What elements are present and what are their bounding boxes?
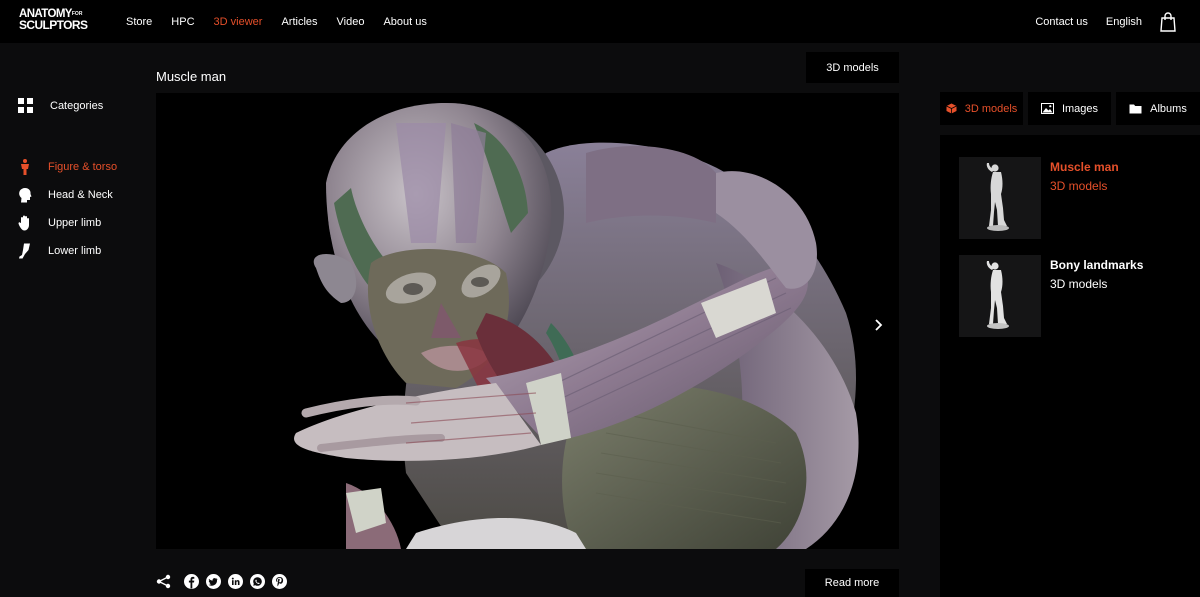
hand-icon	[18, 215, 32, 231]
nav-contact-us[interactable]: Contact us	[1035, 16, 1088, 28]
twitter-icon[interactable]	[206, 574, 221, 589]
share-icon[interactable]	[156, 574, 171, 589]
main-nav: Store HPC 3D viewer Articles Video About…	[126, 0, 446, 43]
read-more-button[interactable]: Read more	[805, 569, 899, 597]
facebook-icon[interactable]	[184, 574, 199, 589]
grid-icon	[18, 98, 33, 113]
image-icon	[1040, 103, 1054, 114]
categories-header[interactable]: Categories	[18, 98, 103, 113]
nav-video[interactable]: Video	[337, 16, 365, 28]
model-thumbnail	[959, 157, 1041, 239]
model-category: 3D models	[1050, 277, 1108, 291]
nav-hpc[interactable]: HPC	[171, 16, 194, 28]
related-models-panel: Muscle man 3D models Bony landmarks 3D m…	[940, 135, 1200, 597]
3d-models-button[interactable]: 3D models	[806, 52, 899, 83]
muscle-man-render	[294, 103, 859, 549]
whatsapp-icon[interactable]	[250, 574, 265, 589]
language-selector[interactable]: English	[1106, 16, 1142, 28]
model-category: 3D models	[1050, 179, 1108, 193]
model-name: Muscle man	[1050, 160, 1119, 174]
category-upper-limb[interactable]: Upper limb	[18, 209, 117, 237]
model-card-bony-landmarks[interactable]: Bony landmarks 3D models	[959, 255, 1143, 337]
nav-right: Contact us English	[1035, 0, 1200, 43]
site-logo[interactable]: ANATOMYFOR SCULPTORS	[19, 8, 93, 33]
model-thumbnail	[959, 255, 1041, 337]
tab-images[interactable]: Images	[1028, 92, 1111, 125]
head-icon	[18, 187, 32, 203]
linkedin-icon[interactable]	[228, 574, 243, 589]
shopping-bag-icon[interactable]	[1160, 11, 1176, 32]
category-figure-torso[interactable]: Figure & torso	[18, 153, 117, 181]
category-lower-limb[interactable]: Lower limb	[18, 237, 117, 265]
categories-label: Categories	[50, 99, 104, 112]
tab-3d-models[interactable]: 3D models	[940, 92, 1023, 125]
media-tabs: 3D models Images Albums	[940, 92, 1200, 125]
leg-icon	[18, 243, 32, 259]
nav-store[interactable]: Store	[126, 16, 152, 28]
cube-icon	[946, 103, 957, 114]
figure-icon	[18, 159, 32, 175]
tab-albums[interactable]: Albums	[1116, 92, 1200, 125]
top-navigation-bar: ANATOMYFOR SCULPTORS Store HPC 3D viewer…	[0, 0, 1200, 43]
category-list: Figure & torso Head & Neck Upper limb Lo…	[18, 153, 117, 265]
3d-model-viewer[interactable]	[156, 93, 899, 549]
model-name: Bony landmarks	[1050, 258, 1144, 272]
category-sidebar: Categories Figure & torso Head & Neck Up…	[0, 43, 140, 597]
page-title: Muscle man	[156, 69, 227, 84]
share-bar	[156, 574, 294, 589]
nav-3d-viewer[interactable]: 3D viewer	[214, 16, 263, 28]
nav-articles[interactable]: Articles	[281, 16, 317, 28]
nav-about-us[interactable]: About us	[383, 16, 426, 28]
folder-icon	[1129, 103, 1142, 114]
next-arrow-icon[interactable]	[870, 317, 886, 333]
category-head-neck[interactable]: Head & Neck	[18, 181, 117, 209]
model-card-muscle-man[interactable]: Muscle man 3D models	[959, 157, 1119, 239]
pinterest-icon[interactable]	[272, 574, 287, 589]
